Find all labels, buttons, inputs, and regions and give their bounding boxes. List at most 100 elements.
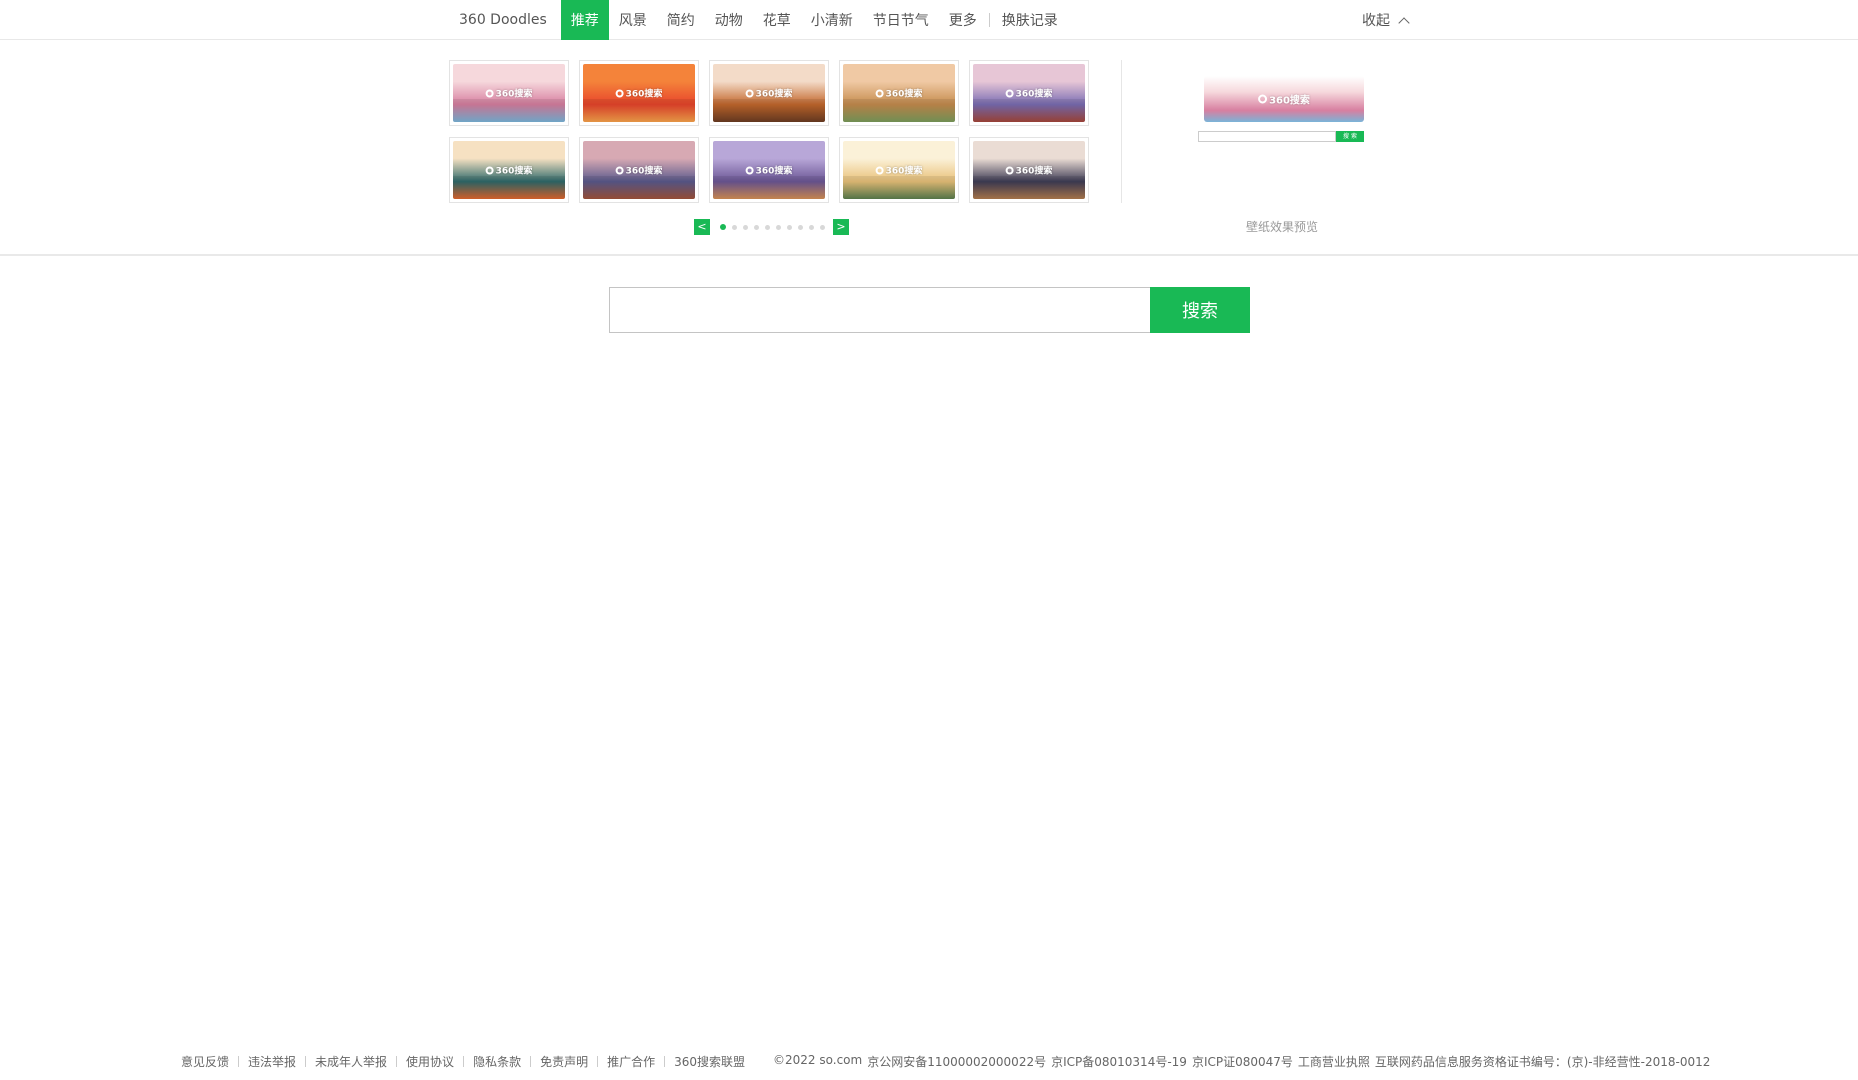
footer-divider (396, 1055, 398, 1067)
page-dot[interactable] (798, 224, 803, 230)
wallpaper-thumbnail-image: 360搜索 (713, 64, 825, 122)
wallpaper-thumbnail[interactable]: 360搜索 (709, 60, 829, 126)
tab-animals[interactable]: 动物 (705, 0, 753, 40)
thumbnail-logo: 360搜索 (745, 87, 793, 100)
next-page-button[interactable]: > (833, 219, 849, 235)
footer-link-feedback[interactable]: 意见反馈 (181, 1053, 229, 1070)
page-dot[interactable] (765, 224, 770, 230)
icp-license-link[interactable]: 京ICP证080047号 (1192, 1053, 1293, 1070)
page-dot[interactable] (732, 224, 737, 230)
search-logo-icon (485, 166, 494, 174)
tab-scenery[interactable]: 风景 (609, 0, 657, 40)
thumbnail-logo-text: 360搜索 (625, 166, 663, 177)
thumbnail-logo-text: 360搜索 (1015, 166, 1053, 177)
footer-link-alliance[interactable]: 360搜索联盟 (674, 1053, 745, 1070)
wallpaper-thumbnail[interactable]: 360搜索 (969, 137, 1089, 203)
wallpaper-thumbnail-image: 360搜索 (583, 64, 695, 122)
tab-fresh[interactable]: 小清新 (801, 0, 863, 40)
thumbnail-logo: 360搜索 (615, 87, 662, 100)
wallpaper-thumbnail[interactable]: 360搜索 (839, 137, 959, 203)
business-license-link[interactable]: 工商营业执照 (1298, 1053, 1370, 1070)
search-logo-icon (745, 89, 754, 97)
page-dot[interactable] (754, 224, 759, 230)
beian-link[interactable]: 京公网安备11000002000022号 (867, 1053, 1046, 1070)
page-dot[interactable] (720, 224, 726, 230)
collapse-label: 收起 (1362, 13, 1390, 29)
search-logo-icon (875, 166, 884, 174)
wallpaper-thumbnail-image: 360搜索 (713, 141, 825, 199)
thumbnail-logo: 360搜索 (485, 164, 533, 177)
wallpaper-thumbnail[interactable]: 360搜索 (449, 60, 569, 126)
search-input[interactable] (609, 287, 1150, 333)
icp-record-link[interactable]: 京ICP备08010314号-19 (1051, 1053, 1187, 1070)
footer-divider (463, 1055, 465, 1067)
footer-legal: ©2022 so.com 京公网安备11000002000022号 京ICP备0… (773, 1053, 1710, 1070)
preview-image: 360搜索 (1204, 76, 1364, 122)
page-dot[interactable] (776, 224, 781, 230)
copyright-text: ©2022 so.com (773, 1052, 863, 1067)
footer-divider (530, 1055, 532, 1067)
nav-divider (988, 13, 990, 27)
search-bar: 搜索 (609, 287, 1250, 333)
wallpaper-thumbnail-image: 360搜索 (973, 141, 1085, 199)
thumbnail-logo-text: 360搜索 (495, 166, 533, 177)
wallpaper-preview: 360搜索 搜 索 (1198, 76, 1364, 142)
thumbnail-logo: 360搜索 (745, 164, 792, 177)
search-logo-icon (615, 89, 624, 97)
drug-license-link[interactable]: 互联网药品信息服务资格证书编号：(京)-非经营性-2018-0012 (1375, 1053, 1710, 1070)
wallpaper-thumbnail[interactable]: 360搜索 (969, 60, 1089, 126)
tab-360-doodles[interactable]: 360 Doodles (449, 0, 561, 40)
footer-divider (305, 1055, 307, 1067)
preview-logo: 360搜索 (1258, 92, 1310, 107)
tab-more[interactable]: 更多 (939, 0, 987, 40)
footer-link-minor-report[interactable]: 未成年人举报 (315, 1053, 387, 1070)
search-button[interactable]: 搜索 (1150, 287, 1250, 333)
wallpaper-thumbnail[interactable]: 360搜索 (449, 137, 569, 203)
section-divider (0, 254, 1858, 256)
search-logo-icon (1005, 89, 1014, 97)
thumbnail-logo: 360搜索 (485, 87, 533, 100)
footer-link-privacy[interactable]: 隐私条款 (473, 1053, 521, 1070)
search-logo-icon (745, 166, 754, 174)
thumbnail-logo: 360搜索 (875, 87, 923, 100)
footer: 意见反馈 违法举报 未成年人举报 使用协议 隐私条款 免责声明 推广合作 360… (181, 1053, 1710, 1069)
wallpaper-thumbnail-image: 360搜索 (843, 64, 955, 122)
thumbnail-logo-text: 360搜索 (495, 89, 533, 100)
footer-link-disclaimer[interactable]: 免责声明 (540, 1053, 588, 1070)
chevron-up-icon (1398, 16, 1410, 29)
page-dot[interactable] (809, 224, 814, 230)
footer-divider (664, 1055, 666, 1067)
footer-link-advertising[interactable]: 推广合作 (607, 1053, 655, 1070)
wallpaper-thumbnail[interactable]: 360搜索 (839, 60, 959, 126)
wallpaper-thumbnail[interactable]: 360搜索 (579, 137, 699, 203)
thumbnail-logo: 360搜索 (875, 164, 923, 177)
footer-link-terms[interactable]: 使用协议 (406, 1053, 454, 1070)
page-dot[interactable] (743, 224, 748, 230)
wallpaper-thumbnail[interactable]: 360搜索 (709, 137, 829, 203)
wallpaper-thumbnail[interactable]: 360搜索 (579, 60, 699, 126)
thumbnail-logo-text: 360搜索 (885, 166, 923, 177)
thumbnail-logo: 360搜索 (615, 164, 663, 177)
wallpaper-thumbnail-image: 360搜索 (453, 141, 565, 199)
page-dot[interactable] (787, 224, 792, 230)
tab-festivals[interactable]: 节日节气 (863, 0, 939, 40)
tab-recommend[interactable]: 推荐 (560, 0, 609, 40)
preview-mini-input (1198, 131, 1336, 142)
preview-logo-text: 360搜索 (1269, 95, 1310, 107)
search-logo-icon (1258, 94, 1268, 104)
prev-page-button[interactable]: < (694, 219, 710, 235)
collapse-button[interactable]: 收起 (1362, 0, 1410, 40)
thumbnail-logo-text: 360搜索 (885, 89, 923, 100)
page-dot[interactable] (820, 224, 825, 230)
footer-divider (597, 1055, 599, 1067)
wallpaper-thumbnail-image: 360搜索 (453, 64, 565, 122)
search-logo-icon (1005, 166, 1014, 174)
top-nav: 360 Doodles 推荐 风景 简约 动物 花草 小清新 节日节气 更多 换… (0, 0, 1858, 40)
tab-simple[interactable]: 简约 (657, 0, 705, 40)
gallery-pager: < > (694, 219, 849, 235)
footer-link-report[interactable]: 违法举报 (248, 1053, 296, 1070)
thumbnail-logo-text: 360搜索 (755, 89, 793, 100)
tab-flowers[interactable]: 花草 (753, 0, 801, 40)
skin-history-link[interactable]: 换肤记录 (992, 0, 1068, 40)
page-dots (720, 224, 825, 230)
